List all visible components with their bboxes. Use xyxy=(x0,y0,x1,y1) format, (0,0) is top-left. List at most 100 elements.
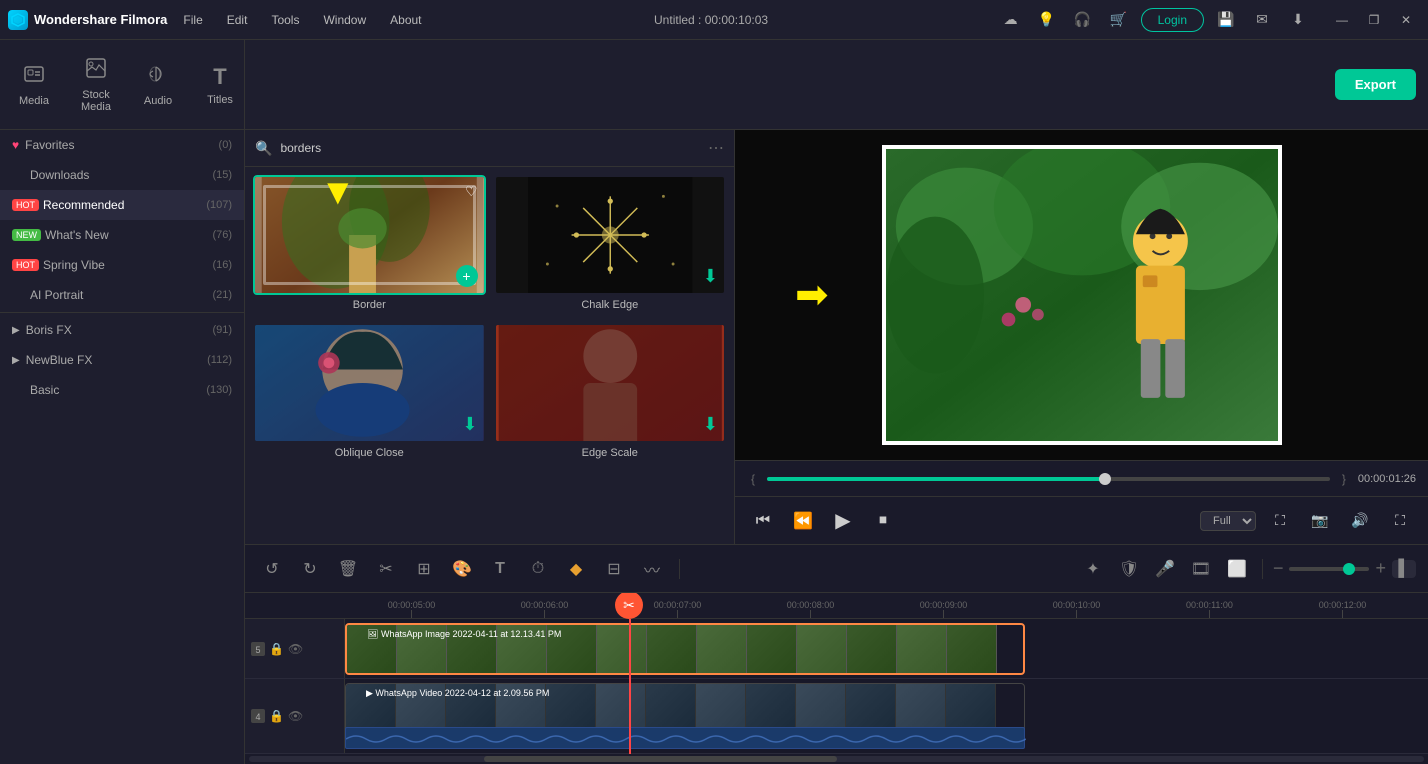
tool-audio[interactable]: Audio xyxy=(128,55,188,115)
tool-media[interactable]: Media xyxy=(4,55,64,115)
ruler-tick-2 xyxy=(677,610,678,618)
effect-oblique-close[interactable]: ⬇ Oblique Close xyxy=(253,323,486,463)
menu-edit[interactable]: Edit xyxy=(223,11,252,29)
timeline-right-edge-button[interactable]: ▌ xyxy=(1392,560,1416,578)
bracket-right-button[interactable]: } xyxy=(1338,472,1350,486)
headset-icon[interactable]: 🎧 xyxy=(1069,6,1097,34)
stop-button[interactable]: ⏹ xyxy=(867,505,899,537)
preview-timeline-slider[interactable] xyxy=(767,477,1330,481)
menu-tools[interactable]: Tools xyxy=(267,11,303,29)
effect-download-chalk[interactable]: ⬇ xyxy=(703,266,718,287)
export-button[interactable]: Export xyxy=(1335,69,1416,100)
sidebar-item-whats-new[interactable]: NEW What's New (76) xyxy=(0,220,244,250)
search-input[interactable] xyxy=(280,141,700,155)
toolbar-separator xyxy=(679,559,680,579)
media-icon xyxy=(23,63,45,91)
frame-back-button[interactable]: ⏪ xyxy=(787,505,819,537)
track-label-v5: 5 xyxy=(251,642,265,656)
top-toolbar: Media Stock Media xyxy=(0,40,1428,130)
quality-select[interactable]: Full 1/2 1/4 xyxy=(1200,511,1256,531)
ruler-mark-1: 00:00:06:00 xyxy=(478,600,611,618)
menu-file[interactable]: File xyxy=(179,11,206,29)
effect-add-border[interactable]: + xyxy=(456,265,478,287)
sidebar-item-spring-vibe[interactable]: HOT Spring Vibe (16) xyxy=(0,250,244,280)
delete-button[interactable]: 🗑 xyxy=(333,554,363,584)
ruler-tick-4 xyxy=(943,610,944,618)
ruler-tick-6 xyxy=(1209,610,1210,618)
crop-button[interactable]: ⊞ xyxy=(409,554,439,584)
play-button[interactable]: ▶ xyxy=(827,505,859,537)
snapshot-button[interactable]: 📷 xyxy=(1304,505,1336,537)
grid-view-button[interactable]: ⋯ xyxy=(708,138,724,158)
sidebar-item-recommended[interactable]: HOT Recommended (107) xyxy=(0,190,244,220)
ruler-time-7: 00:00:12:00 xyxy=(1319,600,1367,610)
bracket-left-button[interactable]: { xyxy=(747,472,759,486)
cart-icon[interactable]: 🛒 xyxy=(1105,6,1133,34)
mic-button[interactable]: 🎤 xyxy=(1150,554,1180,584)
scene-button[interactable]: ⬜ xyxy=(1222,554,1252,584)
sidebar-item-ai-portrait[interactable]: AI Portrait (21) xyxy=(0,280,244,310)
expand-arrow-newblue: ▶ xyxy=(12,355,20,366)
zoom-plus-icon[interactable]: + xyxy=(1375,558,1386,579)
lightbulb-icon[interactable]: 💡 xyxy=(1033,6,1061,34)
effect-border-thumb: ♡ + xyxy=(253,175,486,295)
preview-image-container xyxy=(882,145,1282,445)
track-lock-v5[interactable]: 🔒 xyxy=(269,642,284,656)
menu-about[interactable]: About xyxy=(386,11,425,29)
close-button[interactable]: ✕ xyxy=(1392,6,1420,34)
email-icon[interactable]: ✉ xyxy=(1248,6,1276,34)
film-button[interactable]: 🎞 xyxy=(1186,554,1216,584)
sidebar-item-boris-fx[interactable]: ▶ Boris FX (91) xyxy=(0,315,244,345)
fullscreen-button[interactable]: ⛶ xyxy=(1384,505,1416,537)
minimize-button[interactable]: — xyxy=(1328,6,1356,34)
sidebar-count-boris-fx: (91) xyxy=(212,324,232,336)
ruler-time-4: 00:00:09:00 xyxy=(920,600,968,610)
chalk-thumbnail xyxy=(496,177,725,293)
wave-button[interactable]: 〰 xyxy=(637,554,667,584)
sidebar-item-newblue-fx[interactable]: ▶ NewBlue FX (112) xyxy=(0,345,244,375)
download-icon[interactable]: ⬇ xyxy=(1284,6,1312,34)
hot-badge-recommended: HOT xyxy=(12,199,39,211)
sidebar-item-favorites[interactable]: ♥ Favorites (0) xyxy=(0,130,244,160)
menu-window[interactable]: Window xyxy=(319,11,370,29)
search-icon: 🔍 xyxy=(255,140,272,157)
effect-chalk-edge[interactable]: ⬇ Chalk Edge xyxy=(494,175,727,315)
speaker-button[interactable]: 🔊 xyxy=(1344,505,1376,537)
zoom-slider[interactable] xyxy=(1289,567,1369,571)
track-lock-v4[interactable]: 🔒 xyxy=(269,709,284,723)
login-button[interactable]: Login xyxy=(1141,8,1204,32)
track-eye-v5[interactable]: 👁 xyxy=(288,642,303,656)
tool-stock-media[interactable]: Stock Media xyxy=(66,49,126,121)
track-v5: 5 🔒 👁 xyxy=(245,619,1428,679)
effect-download-oblique[interactable]: ⬇ xyxy=(462,414,477,435)
hscroll-track[interactable] xyxy=(249,756,1424,762)
sidebar-item-basic[interactable]: Basic (130) xyxy=(0,375,244,405)
undo-button[interactable]: ↺ xyxy=(257,554,287,584)
save-icon[interactable]: 💾 xyxy=(1212,6,1240,34)
sidebar-item-downloads[interactable]: Downloads (15) xyxy=(0,160,244,190)
effect-edge-scale[interactable]: ⬇ Edge Scale xyxy=(494,323,727,463)
clip-v5[interactable]: 🖼 WhatsApp Image 2022-04-11 at 12.13.41 … xyxy=(345,623,1025,675)
effect-download-edge[interactable]: ⬇ xyxy=(703,414,718,435)
border-thumbnail xyxy=(255,177,484,293)
pin-button[interactable]: ◆ xyxy=(561,554,591,584)
shield-button[interactable]: 🛡 xyxy=(1114,554,1144,584)
zoom-minus-icon[interactable]: − xyxy=(1273,558,1284,579)
effect-border[interactable]: ♡ + Border xyxy=(253,175,486,315)
cut-button[interactable]: ✂ xyxy=(371,554,401,584)
effect-heart-border[interactable]: ♡ xyxy=(465,183,478,200)
skip-back-button[interactable]: ⏮ xyxy=(747,505,779,537)
tool-titles[interactable]: T Titles xyxy=(190,56,245,114)
sidebar-label-favorites: Favorites xyxy=(25,138,218,152)
color-button[interactable]: 🎨 xyxy=(447,554,477,584)
track-eye-v4[interactable]: 👁 xyxy=(288,709,303,723)
cloud-icon[interactable]: ☁ xyxy=(997,6,1025,34)
sparkle-button[interactable]: ✦ xyxy=(1078,554,1108,584)
maximize-button[interactable]: ❐ xyxy=(1360,6,1388,34)
text-button[interactable]: T xyxy=(485,554,515,584)
fit-to-screen-button[interactable]: ⛶ xyxy=(1264,505,1296,537)
clip-icon-v5: 🖼 xyxy=(367,629,381,639)
speed-button[interactable]: ⏱ xyxy=(523,554,553,584)
adjust-button[interactable]: ⊟ xyxy=(599,554,629,584)
redo-button[interactable]: ↻ xyxy=(295,554,325,584)
